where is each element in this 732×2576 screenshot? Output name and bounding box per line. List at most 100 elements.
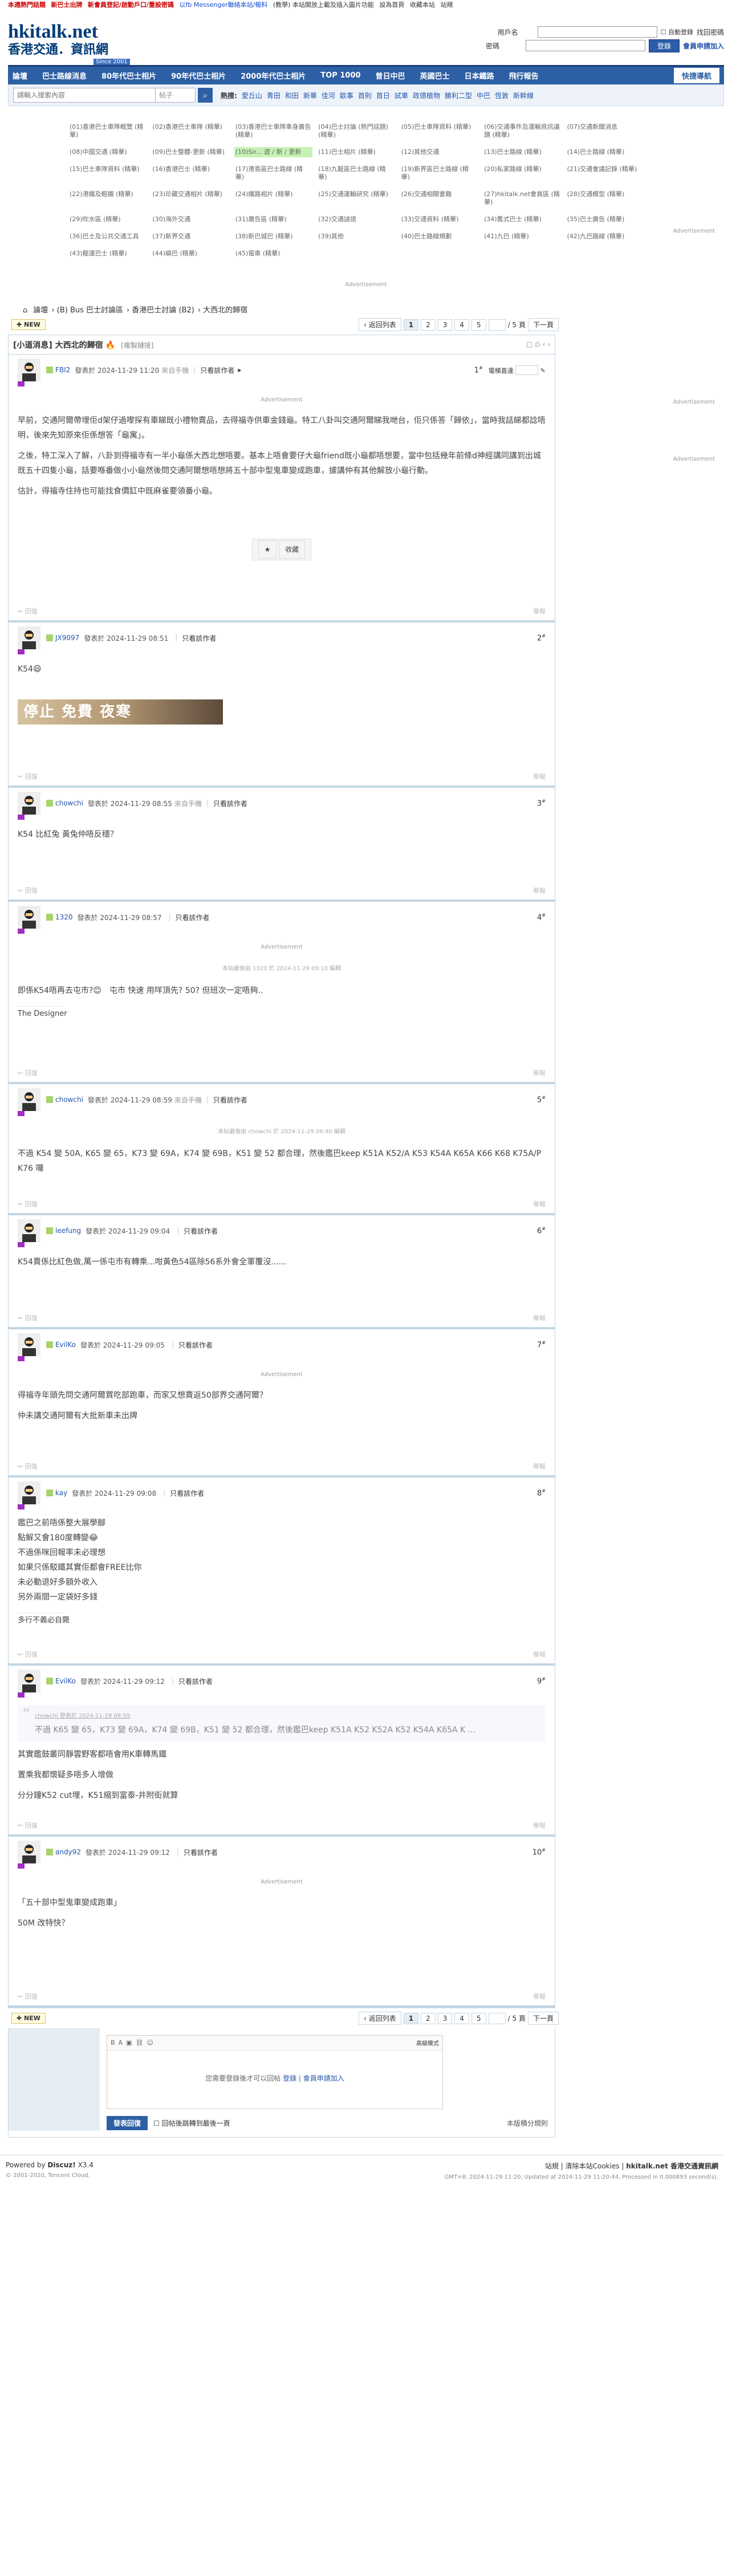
crumb-item[interactable]: 大西北的歸宿: [203, 306, 247, 315]
nav-flight[interactable]: 飛行報告: [509, 70, 539, 81]
page-2[interactable]: 2: [421, 2012, 436, 2024]
toplink-newbus[interactable]: 新巴士出牌: [51, 1, 83, 9]
forum-link[interactable]: (23)珍藏交通相片 (精華): [151, 189, 229, 207]
username[interactable]: EvilKo: [55, 1341, 76, 1349]
username[interactable]: JX9097: [55, 634, 79, 642]
username[interactable]: chowchi: [55, 1096, 83, 1104]
floor-number[interactable]: 2#: [537, 633, 546, 642]
discuz-link[interactable]: Discuz!: [47, 2161, 75, 2169]
forum-link[interactable]: (31)廣告區 (精華): [234, 214, 312, 225]
avatar[interactable]: [18, 1219, 40, 1242]
only-author-link[interactable]: 只看該作者: [184, 1226, 218, 1236]
next-page-button[interactable]: 下一頁: [527, 2012, 559, 2025]
page-5[interactable]: 5: [471, 319, 486, 331]
floor-number[interactable]: 5#: [537, 1095, 546, 1104]
new-post-button-bottom[interactable]: ✚ NEW: [11, 2013, 46, 2024]
forum-link[interactable]: (25)交通運輸研究 (精華): [317, 189, 395, 207]
login-link[interactable]: 登錄: [283, 2074, 296, 2082]
forgot-password-link[interactable]: 找回密碼: [697, 27, 724, 37]
site-logo[interactable]: hkitalk.net 香港交通．資訊網 Since 2001: [8, 22, 145, 65]
forum-link[interactable]: (11)巴士相片 (精華): [317, 147, 395, 157]
username[interactable]: chowchi: [55, 799, 83, 807]
hot-word[interactable]: 恆敦: [495, 91, 509, 100]
hot-word[interactable]: 新華: [303, 91, 317, 100]
page-jump-input[interactable]: [488, 2012, 506, 2024]
next-page-button[interactable]: 下一頁: [527, 318, 559, 331]
floor-number[interactable]: 3#: [537, 799, 546, 808]
forum-link[interactable]: (18)九龍區巴士路線 (精華): [317, 164, 395, 182]
toplink-hot[interactable]: 本週熱門話題: [8, 1, 46, 9]
hot-word[interactable]: 愛丘山: [242, 91, 262, 100]
quote-header[interactable]: chowchi 發表於 2024-11-29 08:59: [35, 1710, 528, 1723]
report-link[interactable]: 舉報: [533, 1992, 546, 2001]
bold-icon[interactable]: B: [111, 2039, 115, 2046]
forum-link[interactable]: (24)鐵路相片 (精華): [234, 189, 312, 207]
forum-link[interactable]: (14)巴士路線 (精華): [566, 147, 644, 157]
forum-link[interactable]: (13)巴士路線 (精華): [483, 147, 561, 157]
toplink-fb[interactable]: 以fb Messenger聯絡本站/報料: [180, 1, 268, 9]
forum-link[interactable]: (21)交通會議記錄 (精華): [566, 164, 644, 182]
page-jump-input[interactable]: [488, 319, 506, 331]
only-author-link[interactable]: 只看該作者: [184, 1847, 218, 1857]
avatar[interactable]: [18, 1670, 40, 1692]
report-link[interactable]: 舉報: [533, 1199, 546, 1208]
copy-link[interactable]: [複製鏈接]: [121, 341, 153, 349]
page-1[interactable]: 1: [403, 319, 419, 331]
nav-forum[interactable]: 論壇: [13, 70, 27, 81]
only-author-link[interactable]: 只看該作者: [182, 633, 216, 643]
report-link[interactable]: 舉報: [533, 772, 546, 781]
forum-link[interactable]: (38)新巴城巴 (精華): [234, 231, 312, 242]
page-3[interactable]: 3: [437, 2012, 453, 2024]
username[interactable]: 1320: [55, 913, 73, 921]
only-author-link[interactable]: 只看該作者: [178, 1676, 213, 1686]
rules-link[interactable]: 本版積分規則: [507, 2118, 548, 2128]
reply-link[interactable]: ↩ 回復: [18, 1821, 38, 1830]
only-author-link[interactable]: 只看該作者: [176, 913, 210, 922]
hot-word[interactable]: 試車: [395, 91, 408, 100]
nav-cmb[interactable]: 曾日中巴: [376, 70, 405, 81]
reply-link[interactable]: ↩ 回復: [18, 607, 38, 616]
forum-link[interactable]: (43)龍運巴士 (精華): [68, 249, 147, 259]
forum-link[interactable]: (07)交通新聞消息: [566, 122, 644, 140]
jump-floor[interactable]: 電梯直達 ✎: [489, 365, 546, 375]
username-input[interactable]: [537, 26, 657, 38]
search-input[interactable]: [13, 88, 156, 103]
forum-link[interactable]: (32)交通謎語: [317, 214, 395, 225]
forum-link[interactable]: (22)港鐵及輕鐵 (精華): [68, 189, 147, 207]
toplink-bookmark[interactable]: 收藏本站: [410, 1, 435, 9]
avatar[interactable]: [18, 1088, 40, 1111]
toplink-register[interactable]: 新會員登記/啟動戶口/重設密碼: [88, 1, 174, 9]
page-4[interactable]: 4: [454, 2012, 470, 2024]
floor-number[interactable]: 9#: [537, 1676, 546, 1686]
username[interactable]: EvilKo: [55, 1677, 76, 1685]
only-author-link[interactable]: 只看該作者: [213, 799, 247, 808]
report-link[interactable]: 舉報: [533, 1313, 546, 1322]
avatar[interactable]: [18, 1482, 40, 1504]
reply-link[interactable]: ↩ 回復: [18, 1650, 38, 1659]
reply-link[interactable]: ↩ 回復: [18, 1992, 38, 2001]
forum-link[interactable]: (05)巴士車隊資料 (精華): [400, 122, 478, 140]
forum-link[interactable]: (34)舊式巴士 (精華): [483, 214, 561, 225]
avatar[interactable]: [18, 626, 40, 649]
nav-top1000[interactable]: TOP 1000: [320, 71, 360, 80]
forum-link[interactable]: (36)巴士及公共交通工具: [68, 231, 147, 242]
forum-link[interactable]: (10)Sir... 遊 / 新 / 更新: [234, 147, 313, 157]
thread-tools[interactable]: ▢ ⎙ ‹ ›: [526, 340, 550, 349]
login-button[interactable]: 登錄: [648, 39, 680, 52]
forum-link[interactable]: (29)吹水區 (精華): [68, 214, 147, 225]
forum-link[interactable]: (37)新界交通: [151, 231, 229, 242]
register-link[interactable]: 會員申請加入: [683, 41, 724, 51]
floor-number[interactable]: 10#: [532, 1847, 546, 1857]
forum-link[interactable]: (19)新界區巴士路線 (精華): [400, 164, 478, 182]
jump-floor-input[interactable]: [515, 365, 539, 375]
floor-number[interactable]: 7#: [537, 1340, 546, 1349]
favorite-button[interactable]: ★ 收藏: [18, 539, 546, 560]
search-icon[interactable]: ⌕: [198, 88, 213, 103]
report-link[interactable]: 舉報: [533, 1462, 546, 1471]
forum-link[interactable]: (26)交通相關書籍: [400, 189, 478, 207]
forum-link[interactable]: (03)香港巴士車隊車身廣告 (精華): [234, 122, 312, 140]
page-3[interactable]: 3: [437, 319, 453, 331]
only-author-link[interactable]: 只看該作者: [170, 1488, 204, 1498]
forum-link[interactable]: (17)港島區巴士路線 (精華): [234, 164, 312, 182]
hot-word[interactable]: 中巴: [477, 91, 490, 100]
